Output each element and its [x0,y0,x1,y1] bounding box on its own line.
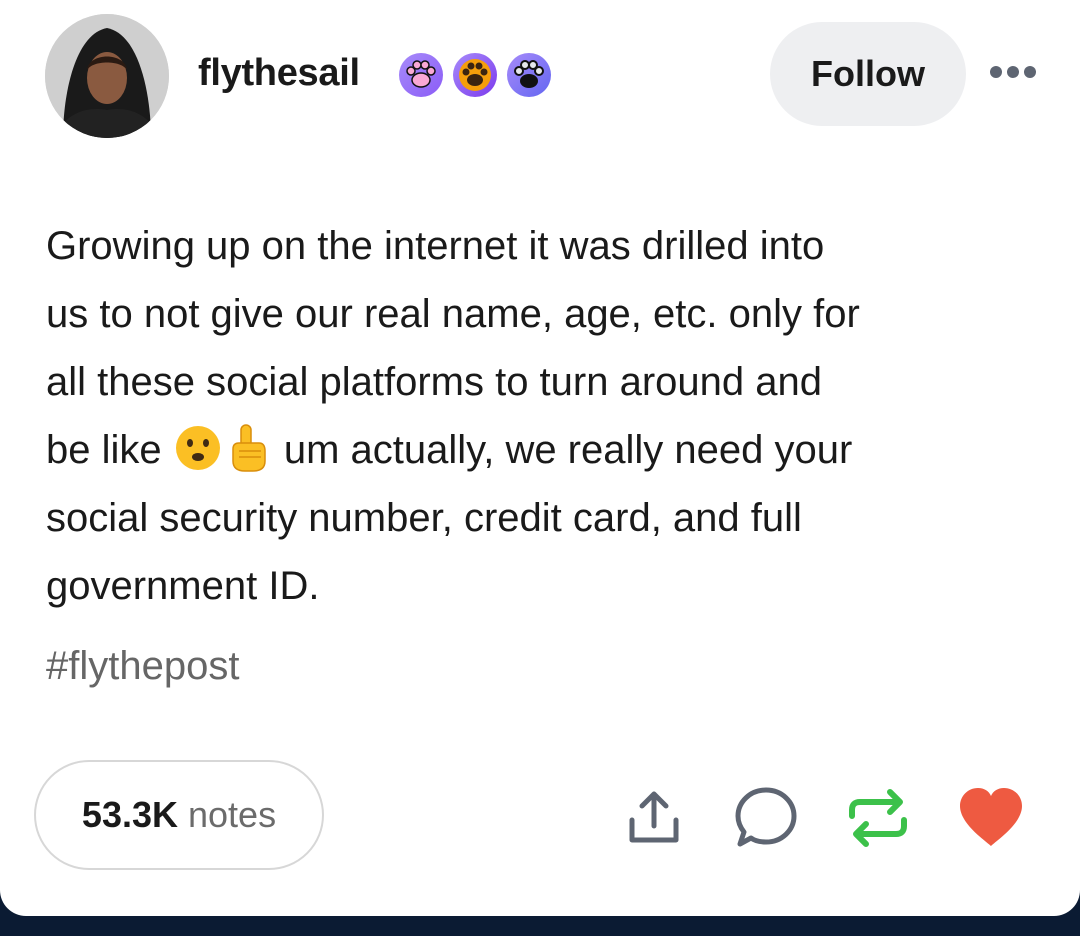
reply-icon[interactable] [732,784,800,852]
frowning-face-emoji-icon [175,426,220,471]
post-body-line: social security number, credit card, and… [46,496,802,540]
post-body-line: all these social platforms to turn aroun… [46,360,822,404]
like-icon[interactable] [956,786,1026,848]
more-options-icon[interactable] [988,64,1038,80]
post-body-line: government ID. [46,564,320,608]
pink-paw-badge-icon[interactable] [398,52,444,98]
post-body-line: be like um actually, we really need your [46,416,1036,484]
follow-button[interactable]: Follow [770,22,966,126]
orange-paw-badge-icon[interactable] [452,52,498,98]
notes-button[interactable]: 53.3K notes [34,760,324,870]
reblog-icon[interactable] [844,786,912,850]
user-avatar[interactable] [45,14,169,138]
black-paw-badge-icon[interactable] [506,52,552,98]
username[interactable]: flythesail [198,52,360,95]
post-card: flythesail Follow Growing up on the inte… [0,0,1080,916]
post-body-line: us to not give our real name, age, etc. … [46,292,860,336]
avatar-image [45,14,169,138]
share-icon[interactable] [622,786,686,850]
post-body-line-suffix: um actually, we really need your [283,428,853,472]
hashtag-link[interactable]: #flythepost [46,644,239,689]
post-body: Growing up on the internet it was drille… [46,212,1036,620]
notes-count: 53.3K [81,794,178,835]
notes-label: notes [188,794,277,835]
post-body-line-prefix: be like [46,428,162,472]
pointing-up-emoji-icon [232,424,266,473]
post-body-line: Growing up on the internet it was drille… [46,224,825,268]
badge-group [398,52,552,98]
